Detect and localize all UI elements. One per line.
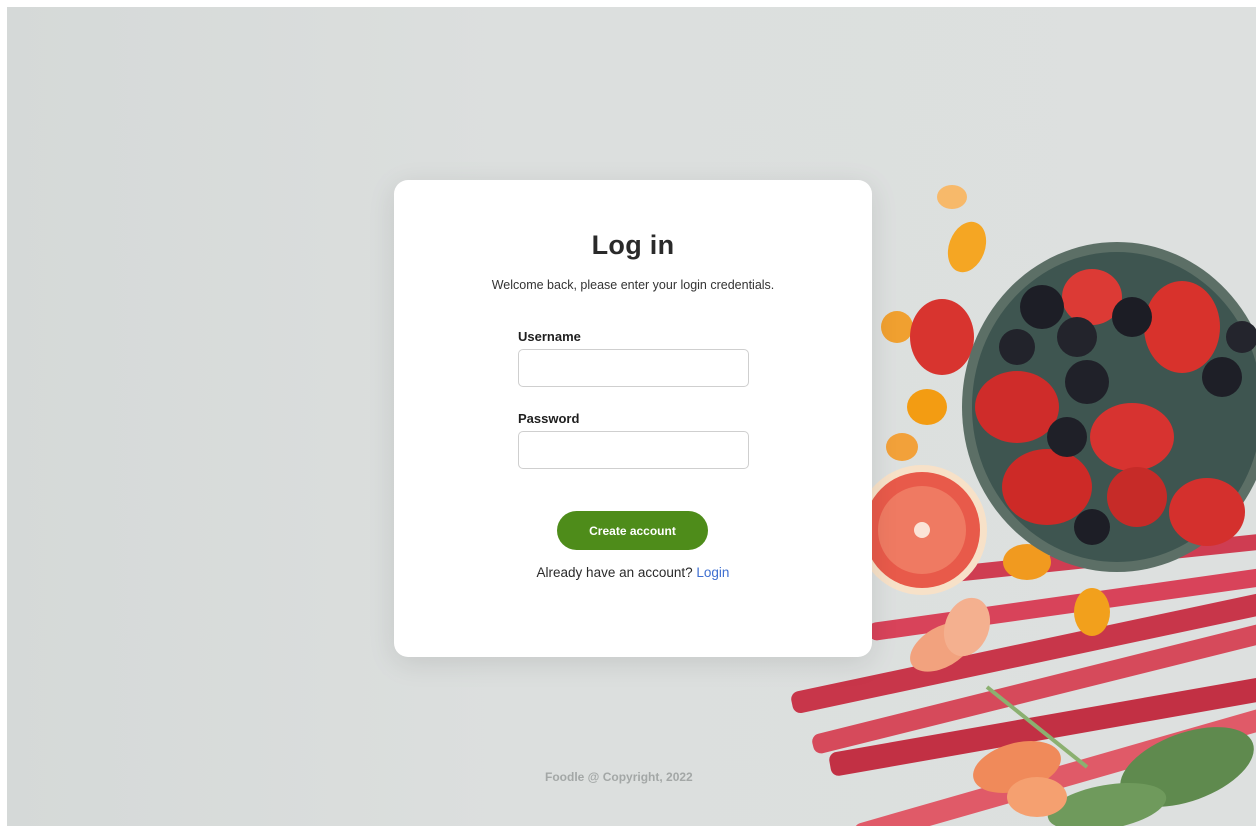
create-account-button[interactable]: Create account: [557, 511, 708, 550]
grapefruit-slice: [857, 465, 987, 595]
username-label: Username: [518, 329, 581, 344]
footer-copyright: Foodle @ Copyright, 2022: [545, 770, 693, 784]
page-title: Log in: [591, 230, 675, 260]
login-link[interactable]: Login: [696, 565, 729, 580]
fruit-bowl: [962, 242, 1256, 572]
password-label: Password: [518, 411, 580, 426]
have-account-text: Already have an account?: [536, 565, 693, 580]
username-input[interactable]: [518, 349, 749, 387]
login-prompt: Already have an account? Login: [394, 565, 872, 580]
login-card: Log in Welcome back, please enter your l…: [394, 180, 872, 657]
password-input[interactable]: [518, 431, 749, 469]
page: Log in Welcome back, please enter your l…: [0, 0, 1256, 826]
strawberry: [910, 299, 974, 375]
page-subtitle: Welcome back, please enter your login cr…: [491, 278, 775, 292]
